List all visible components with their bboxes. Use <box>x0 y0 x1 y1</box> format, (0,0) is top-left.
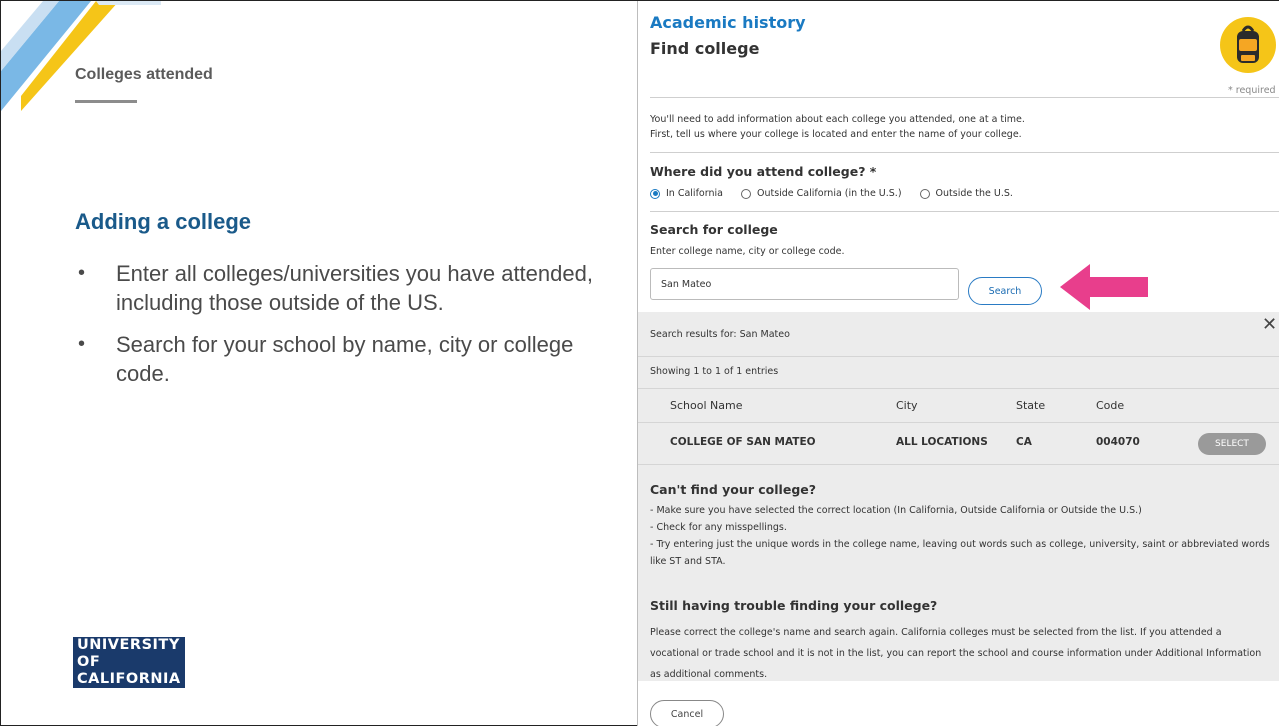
decorative-stripes <box>1 1 161 111</box>
logo-line: UNIVERSITY <box>75 637 182 653</box>
application-screenshot: Academic history Find college * required… <box>637 1 1279 726</box>
bullet-text: Search for your school by name, city or … <box>116 332 574 386</box>
cant-find-heading: Can't find your college? <box>650 482 816 497</box>
radio-in-california[interactable]: In California <box>650 188 723 199</box>
search-button[interactable]: Search <box>968 277 1042 305</box>
pointer-arrow-icon <box>1060 264 1148 310</box>
location-question: Where did you attend college? * <box>650 164 877 179</box>
radio-unselected-icon[interactable] <box>740 188 751 199</box>
tip-line: - Make sure you have selected the correc… <box>650 505 1142 516</box>
column-header-school: School Name <box>670 399 743 412</box>
radio-outside-us[interactable]: Outside the U.S. <box>919 188 1013 199</box>
radio-selected-icon[interactable] <box>650 188 660 199</box>
bullet-item: • Enter all colleges/universities you ha… <box>75 259 605 317</box>
slide-heading: Adding a college <box>75 209 252 234</box>
section-divider <box>75 100 137 103</box>
still-trouble-text: Please correct the college's name and se… <box>650 627 1262 680</box>
cell-code: 004070 <box>1096 436 1140 448</box>
bullet-text: Enter all colleges/universities you have… <box>116 261 593 315</box>
bullet-glyph: • <box>78 262 86 284</box>
divider <box>650 211 1279 212</box>
section-breadcrumb: Academic history <box>650 13 806 32</box>
bullet-item: • Search for your school by name, city o… <box>75 330 605 388</box>
divider <box>638 356 1279 357</box>
search-label: Search for college <box>650 222 778 237</box>
radio-label: In California <box>666 188 723 199</box>
radio-label: Outside the U.S. <box>935 188 1013 199</box>
location-radio-group: In California Outside California (in the… <box>650 188 1013 199</box>
logo-line: CALIFORNIA <box>75 671 183 687</box>
column-header-code: Code <box>1096 399 1125 412</box>
column-header-city: City <box>896 399 918 412</box>
column-header-state: State <box>1016 399 1046 412</box>
logo-line: OF <box>75 654 103 670</box>
still-trouble-heading: Still having trouble finding your colleg… <box>650 598 938 613</box>
intro-line: You'll need to add information about eac… <box>650 114 1025 125</box>
college-search-input[interactable] <box>650 268 959 300</box>
divider <box>650 152 1279 153</box>
search-hint: Enter college name, city or college code… <box>650 246 845 257</box>
bullet-glyph: • <box>78 333 86 355</box>
radio-unselected-icon[interactable] <box>919 188 930 199</box>
cell-city: ALL LOCATIONS <box>896 436 988 448</box>
uc-logo: UNIVERSITY OF CALIFORNIA <box>73 637 185 688</box>
radio-label: Outside California (in the U.S.) <box>756 188 902 199</box>
cell-state: CA <box>1016 436 1032 448</box>
bullet-list: • Enter all colleges/universities you ha… <box>75 259 605 401</box>
results-heading: Search results for: San Mateo <box>650 329 790 340</box>
intro-text: You'll need to add information about eac… <box>650 112 1025 142</box>
divider <box>638 422 1279 423</box>
results-count: Showing 1 to 1 of 1 entries <box>650 366 779 377</box>
divider <box>638 388 1279 389</box>
cant-find-tips: - Make sure you have selected the correc… <box>650 502 1270 570</box>
cancel-button[interactable]: Cancel <box>650 700 724 726</box>
required-note: * required <box>1228 85 1276 96</box>
backpack-icon <box>1220 17 1276 73</box>
slide: Colleges attended Adding a college • Ent… <box>0 0 1279 726</box>
cell-school-name: COLLEGE OF SAN MATEO <box>670 436 816 448</box>
divider <box>650 97 1279 98</box>
close-icon[interactable]: ✕ <box>1262 314 1277 335</box>
page-title: Find college <box>650 39 760 58</box>
section-title: Colleges attended <box>75 66 213 83</box>
intro-line: First, tell us where your college is loc… <box>650 129 1022 140</box>
select-college-button[interactable]: SELECT <box>1198 433 1266 455</box>
divider <box>638 464 1279 465</box>
tip-line: - Check for any misspellings. <box>650 522 787 533</box>
radio-outside-california[interactable]: Outside California (in the U.S.) <box>740 188 902 199</box>
search-results-panel: Search results for: San Mateo ✕ Showing … <box>638 312 1279 681</box>
tip-line: - Try entering just the unique words in … <box>650 539 1270 567</box>
